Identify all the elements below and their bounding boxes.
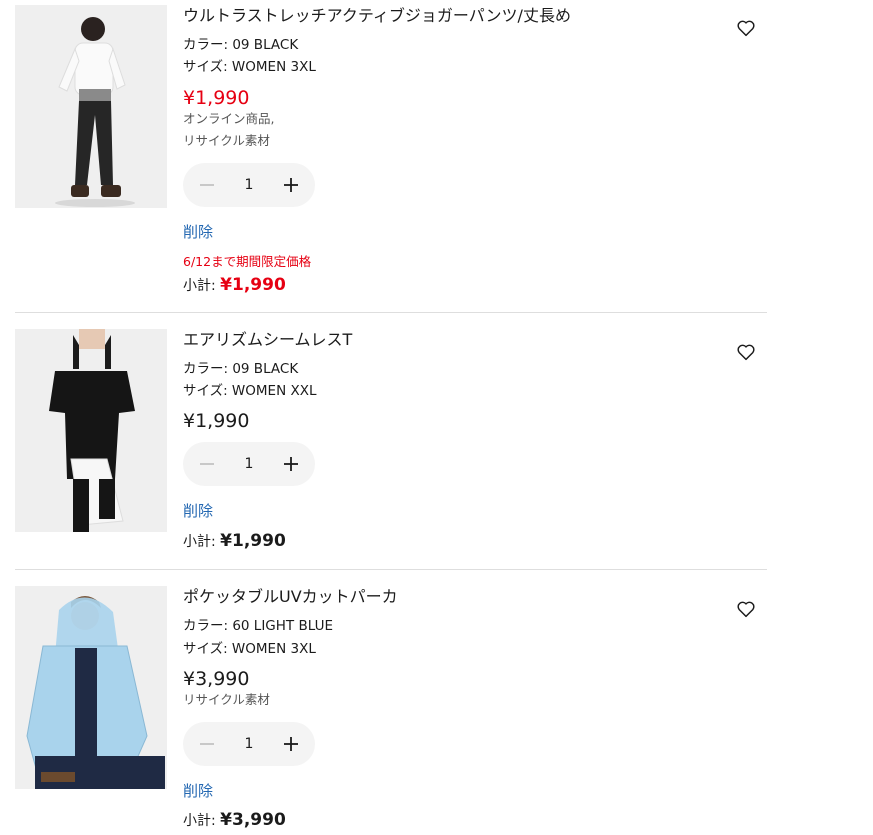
decrease-quantity-button[interactable]: [185, 722, 229, 766]
quantity-value: 1: [244, 456, 254, 472]
heart-outline-icon: [737, 20, 755, 37]
decrease-quantity-button[interactable]: [185, 163, 229, 207]
plus-icon: [284, 457, 298, 471]
price: ¥1,990: [183, 410, 250, 432]
quantity-stepper: 1: [183, 442, 315, 486]
subtotal-value: ¥1,990: [220, 275, 286, 295]
quantity-value: 1: [244, 177, 254, 193]
delete-button[interactable]: 削除: [183, 221, 213, 242]
subtotal-value: ¥1,990: [220, 531, 286, 551]
delete-button[interactable]: 削除: [183, 780, 213, 801]
price: ¥3,990: [183, 668, 250, 690]
subtotal: 小計: ¥3,990: [183, 810, 286, 830]
cart-item: ウルトラストレッチアクティブジョガーパンツ/丈長め カラー: 09 BLACK …: [15, 5, 767, 313]
size-label: サイズ: WOMEN XXL: [183, 383, 317, 399]
favorite-button[interactable]: [735, 598, 757, 620]
subtotal-label: 小計:: [183, 534, 216, 550]
quantity-stepper: 1: [183, 722, 315, 766]
product-image[interactable]: [15, 586, 167, 789]
increase-quantity-button[interactable]: [269, 722, 313, 766]
color-label: カラー: 09 BLACK: [183, 37, 299, 53]
color-label: カラー: 60 LIGHT BLUE: [183, 618, 333, 634]
cart-item: ポケッタブルUVカットパーカ カラー: 60 LIGHT BLUE サイズ: W…: [15, 586, 767, 835]
size-label: サイズ: WOMEN 3XL: [183, 59, 316, 75]
increase-quantity-button[interactable]: [269, 163, 313, 207]
favorite-button[interactable]: [735, 341, 757, 363]
quantity-value: 1: [244, 736, 254, 752]
item-note: リサイクル素材: [183, 133, 270, 148]
subtotal-label: 小計:: [183, 813, 216, 829]
plus-icon: [284, 737, 298, 751]
favorite-button[interactable]: [735, 17, 757, 39]
minus-icon: [200, 184, 214, 186]
quantity-stepper: 1: [183, 163, 315, 207]
item-note: リサイクル素材: [183, 692, 270, 707]
product-name[interactable]: ウルトラストレッチアクティブジョガーパンツ/丈長め: [183, 5, 571, 27]
subtotal: 小計: ¥1,990: [183, 275, 286, 295]
product-name[interactable]: ポケッタブルUVカットパーカ: [183, 586, 398, 608]
cart-item: エアリズムシームレスT カラー: 09 BLACK サイズ: WOMEN XXL…: [15, 329, 767, 570]
delete-button[interactable]: 削除: [183, 500, 213, 521]
subtotal-label: 小計:: [183, 278, 216, 294]
product-name[interactable]: エアリズムシームレスT: [183, 329, 352, 351]
minus-icon: [200, 743, 214, 745]
product-image[interactable]: [15, 5, 167, 208]
promo-text: 6/12まで期間限定価格: [183, 254, 312, 269]
subtotal-value: ¥3,990: [220, 810, 286, 830]
item-note: オンライン商品,: [183, 111, 275, 126]
heart-outline-icon: [737, 601, 755, 618]
decrease-quantity-button[interactable]: [185, 442, 229, 486]
minus-icon: [200, 463, 214, 465]
price: ¥1,990: [183, 87, 250, 109]
heart-outline-icon: [737, 344, 755, 361]
plus-icon: [284, 178, 298, 192]
color-label: カラー: 09 BLACK: [183, 361, 299, 377]
subtotal: 小計: ¥1,990: [183, 531, 286, 551]
size-label: サイズ: WOMEN 3XL: [183, 641, 316, 657]
increase-quantity-button[interactable]: [269, 442, 313, 486]
product-image[interactable]: [15, 329, 167, 532]
